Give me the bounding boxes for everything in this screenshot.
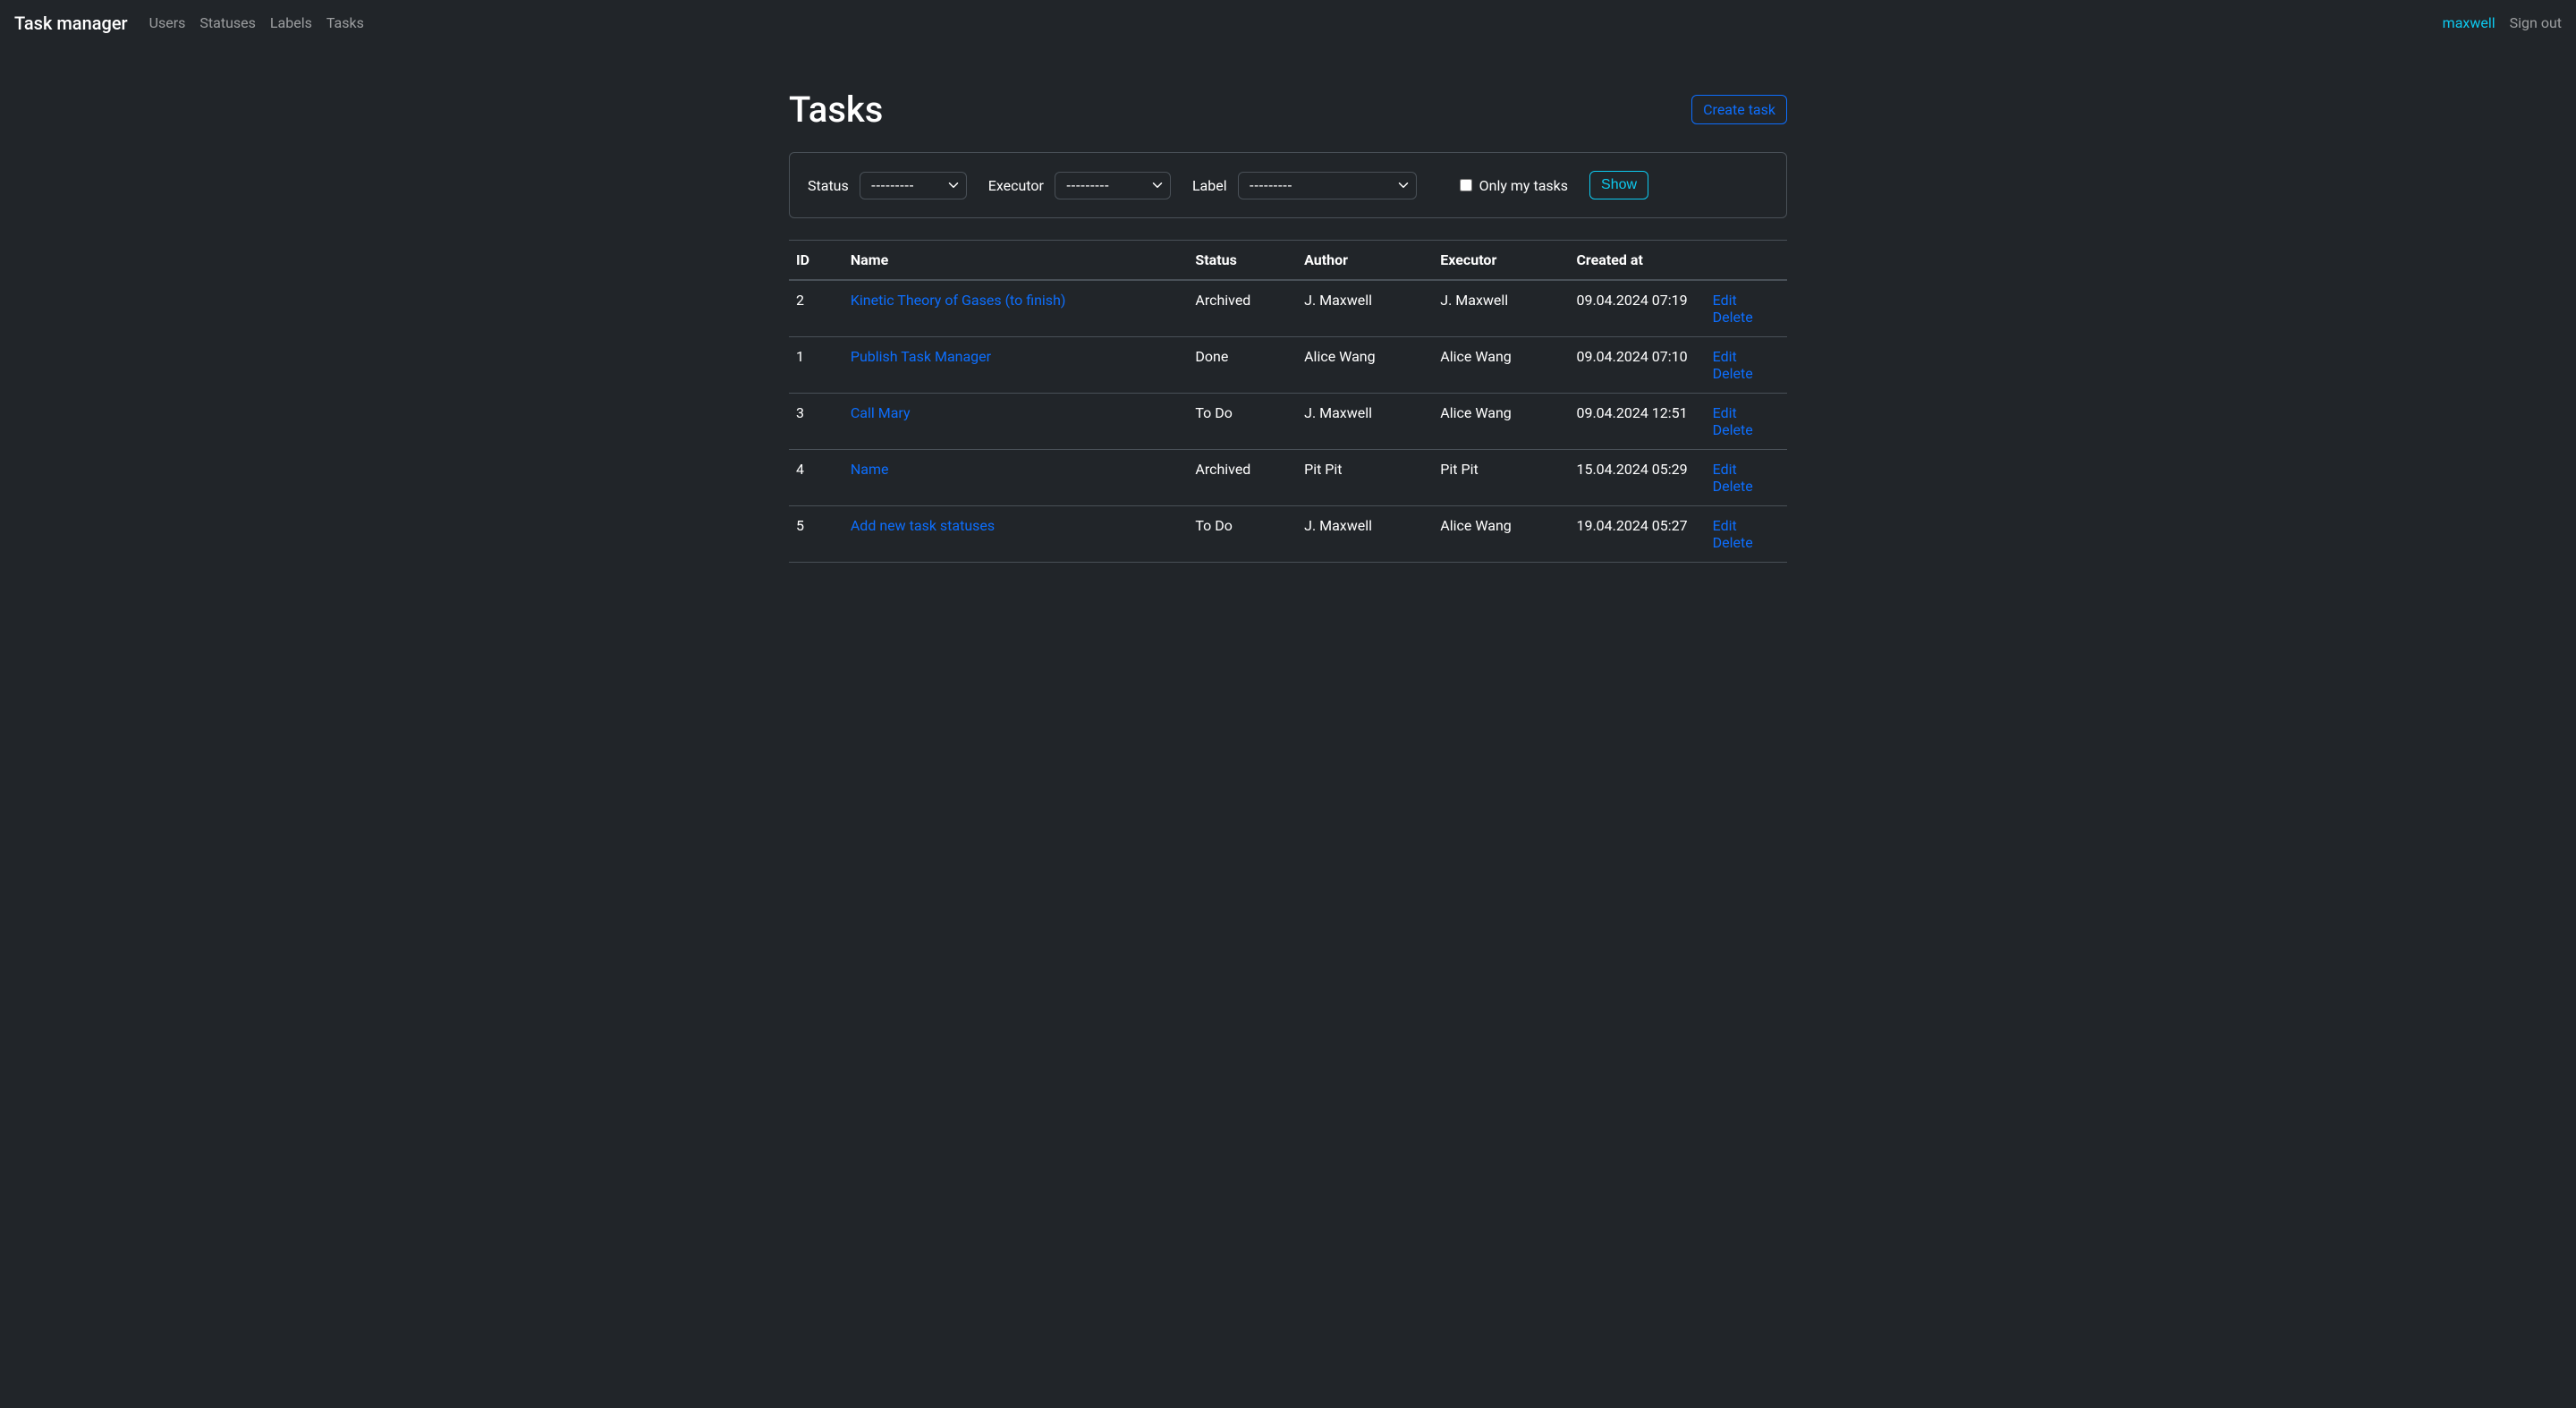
cell-name: Publish Task Manager xyxy=(843,337,1189,394)
user-link[interactable]: maxwell xyxy=(2443,14,2496,31)
task-name-link[interactable]: Call Mary xyxy=(851,404,911,421)
delete-link[interactable]: Delete xyxy=(1713,534,1780,551)
label-label: Label xyxy=(1192,177,1227,194)
executor-filter-group: Executor --------- xyxy=(988,172,1171,199)
executor-select[interactable]: --------- xyxy=(1055,172,1171,199)
cell-id: 2 xyxy=(789,280,843,337)
edit-link[interactable]: Edit xyxy=(1713,461,1780,478)
cell-status: To Do xyxy=(1188,506,1297,563)
cell-executor: J. Maxwell xyxy=(1433,280,1569,337)
table-row: 1Publish Task ManagerDoneAlice WangAlice… xyxy=(789,337,1787,394)
main-container: Tasks Create task Status --------- Execu… xyxy=(789,46,1787,584)
table-row: 4NameArchivedPit PitPit Pit15.04.2024 05… xyxy=(789,450,1787,506)
cell-id: 5 xyxy=(789,506,843,563)
cell-id: 1 xyxy=(789,337,843,394)
cell-name: Kinetic Theory of Gases (to finish) xyxy=(843,280,1189,337)
cell-executor: Alice Wang xyxy=(1433,506,1569,563)
only-my-tasks-label[interactable]: Only my tasks xyxy=(1479,177,1568,194)
filter-box: Status --------- Executor --------- Labe… xyxy=(789,152,1787,218)
nav-tasks[interactable]: Tasks xyxy=(326,7,364,38)
cell-created-at: 09.04.2024 07:19 xyxy=(1569,280,1705,337)
page-title: Tasks xyxy=(789,89,883,131)
only-my-tasks-checkbox[interactable] xyxy=(1460,179,1472,191)
cell-status: To Do xyxy=(1188,394,1297,450)
delete-link[interactable]: Delete xyxy=(1713,478,1780,495)
cell-id: 4 xyxy=(789,450,843,506)
only-my-tasks-group: Only my tasks xyxy=(1460,177,1568,194)
cell-name: Name xyxy=(843,450,1189,506)
cell-author: J. Maxwell xyxy=(1297,280,1433,337)
cell-created-at: 09.04.2024 12:51 xyxy=(1569,394,1705,450)
edit-link[interactable]: Edit xyxy=(1713,404,1780,421)
cell-author: J. Maxwell xyxy=(1297,506,1433,563)
cell-name: Call Mary xyxy=(843,394,1189,450)
label-select[interactable]: --------- xyxy=(1238,172,1417,199)
task-name-link[interactable]: Publish Task Manager xyxy=(851,348,991,365)
th-actions xyxy=(1706,241,1787,281)
tasks-table: ID Name Status Author Executor Created a… xyxy=(789,240,1787,563)
edit-link[interactable]: Edit xyxy=(1713,517,1780,534)
cell-created-at: 09.04.2024 07:10 xyxy=(1569,337,1705,394)
show-button[interactable]: Show xyxy=(1589,171,1648,199)
navbar: Task manager Users Statuses Labels Tasks… xyxy=(0,0,2576,46)
th-name: Name xyxy=(843,241,1189,281)
table-row: 2 Kinetic Theory of Gases (to finish) Arch… xyxy=(789,280,1787,337)
executor-label: Executor xyxy=(988,177,1044,194)
edit-link[interactable]: Edit xyxy=(1713,292,1780,309)
cell-executor: Alice Wang xyxy=(1433,337,1569,394)
th-executor: Executor xyxy=(1433,241,1569,281)
task-name-link[interactable]: Add new task statuses xyxy=(851,517,995,534)
cell-author: Pit Pit xyxy=(1297,450,1433,506)
th-id: ID xyxy=(789,241,843,281)
navbar-left: Task manager Users Statuses Labels Tasks xyxy=(14,7,364,38)
cell-created-at: 19.04.2024 05:27 xyxy=(1569,506,1705,563)
cell-author: Alice Wang xyxy=(1297,337,1433,394)
delete-link[interactable]: Delete xyxy=(1713,421,1780,438)
th-status: Status xyxy=(1188,241,1297,281)
cell-actions: EditDelete xyxy=(1706,280,1787,337)
delete-link[interactable]: Delete xyxy=(1713,365,1780,382)
cell-actions: EditDelete xyxy=(1706,337,1787,394)
cell-status: Archived xyxy=(1188,450,1297,506)
status-select[interactable]: --------- xyxy=(860,172,967,199)
cell-status: Done xyxy=(1188,337,1297,394)
cell-executor: Alice Wang xyxy=(1433,394,1569,450)
nav-labels[interactable]: Labels xyxy=(270,7,312,38)
nav-users[interactable]: Users xyxy=(149,7,186,38)
cell-created-at: 15.04.2024 05:29 xyxy=(1569,450,1705,506)
create-task-button[interactable]: Create task xyxy=(1691,95,1787,124)
label-filter-group: Label --------- xyxy=(1192,172,1417,199)
status-filter-group: Status --------- xyxy=(808,172,967,199)
status-label: Status xyxy=(808,177,849,194)
cell-author: J. Maxwell xyxy=(1297,394,1433,450)
header-row: Tasks Create task xyxy=(789,89,1787,131)
navbar-right: maxwell Sign out xyxy=(2443,14,2562,31)
nav-statuses[interactable]: Statuses xyxy=(199,7,256,38)
cell-actions: EditDelete xyxy=(1706,450,1787,506)
table-row: 5 Add new task statuses To DoJ. MaxwellAli… xyxy=(789,506,1787,563)
delete-link[interactable]: Delete xyxy=(1713,309,1780,326)
brand-link[interactable]: Task manager xyxy=(14,13,128,34)
cell-id: 3 xyxy=(789,394,843,450)
cell-executor: Pit Pit xyxy=(1433,450,1569,506)
table-row: 3 Call Mary To DoJ. MaxwellAlice Wang09.04… xyxy=(789,394,1787,450)
th-author: Author xyxy=(1297,241,1433,281)
cell-name: Add new task statuses xyxy=(843,506,1189,563)
th-created: Created at xyxy=(1569,241,1705,281)
cell-status: Archived xyxy=(1188,280,1297,337)
edit-link[interactable]: Edit xyxy=(1713,348,1780,365)
task-name-link[interactable]: Kinetic Theory of Gases (to finish) xyxy=(851,292,1066,309)
cell-actions: EditDelete xyxy=(1706,394,1787,450)
task-name-link[interactable]: Name xyxy=(851,461,889,478)
cell-actions: EditDelete xyxy=(1706,506,1787,563)
signout-link[interactable]: Sign out xyxy=(2510,14,2562,31)
